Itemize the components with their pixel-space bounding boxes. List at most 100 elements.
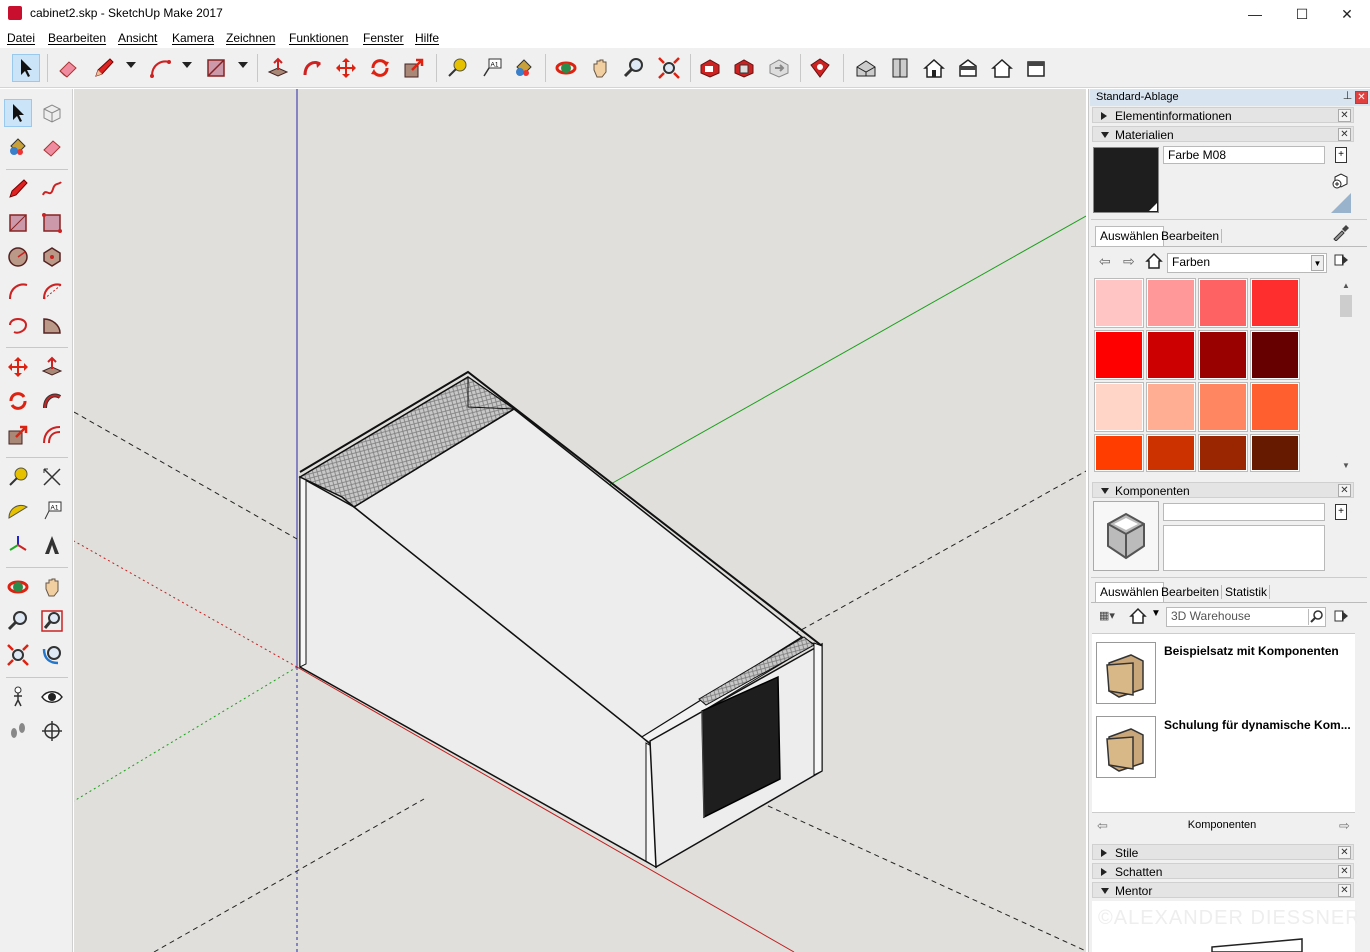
- tab-materials-select[interactable]: Auswählen: [1095, 226, 1164, 246]
- view-iso-icon[interactable]: [852, 54, 880, 82]
- zoom-extents-tool-icon[interactable]: [655, 54, 683, 82]
- walk-tool-icon[interactable]: [4, 717, 32, 745]
- close-icon[interactable]: ✕: [1338, 484, 1351, 497]
- forward-arrow-icon[interactable]: ⇨: [1339, 818, 1350, 834]
- menu-zeichnen[interactable]: Zeichnen: [226, 31, 275, 45]
- eraser-tool-icon[interactable]: [38, 133, 66, 161]
- 2-point-arc-tool-icon[interactable]: [38, 277, 66, 305]
- rotate-tool-icon[interactable]: [4, 387, 32, 415]
- polygon-tool-icon[interactable]: [38, 243, 66, 271]
- extension-manager-icon[interactable]: [806, 54, 834, 82]
- material-swatch[interactable]: [1094, 330, 1144, 380]
- view-back-icon[interactable]: [988, 54, 1016, 82]
- rectangle-tool-icon[interactable]: [4, 209, 32, 237]
- component-description-field[interactable]: [1163, 525, 1325, 571]
- previous-view-icon[interactable]: [38, 641, 66, 669]
- eraser-tool-icon[interactable]: [54, 54, 82, 82]
- share-model-icon[interactable]: [765, 54, 793, 82]
- close-icon[interactable]: ✕: [1338, 109, 1351, 122]
- view-right-icon[interactable]: [954, 54, 982, 82]
- pie-tool-icon[interactable]: [38, 311, 66, 339]
- zoom-window-tool-icon[interactable]: [38, 607, 66, 635]
- maximize-button[interactable]: ☐: [1279, 0, 1325, 28]
- push-pull-tool-icon[interactable]: [38, 353, 66, 381]
- position-camera-icon[interactable]: [4, 683, 32, 711]
- panel-entity-info[interactable]: Elementinformationen: [1092, 107, 1354, 123]
- material-swatch[interactable]: [1094, 382, 1144, 432]
- zoom-tool-icon[interactable]: [620, 54, 648, 82]
- panel-mentor[interactable]: Mentor: [1092, 882, 1354, 898]
- material-swatch[interactable]: [1198, 382, 1248, 432]
- material-swatch[interactable]: [1198, 278, 1248, 328]
- arc-tool-icon[interactable]: [146, 54, 174, 82]
- material-swatch[interactable]: [1250, 434, 1300, 472]
- pin-icon[interactable]: ⊥: [1341, 91, 1354, 104]
- panel-components[interactable]: Komponenten: [1092, 482, 1354, 498]
- tape-measure-tool-icon[interactable]: [443, 54, 471, 82]
- zoom-extents-tool-icon[interactable]: [4, 641, 32, 669]
- home-icon[interactable]: [1129, 607, 1147, 625]
- material-swatch[interactable]: [1198, 330, 1248, 380]
- tape-measure-tool-icon[interactable]: [4, 463, 32, 491]
- menu-ansicht[interactable]: Ansicht: [118, 31, 157, 45]
- text-tool-icon[interactable]: A1: [38, 497, 66, 525]
- menu-fenster[interactable]: Fenster: [363, 31, 404, 45]
- freehand-tool-icon[interactable]: [38, 175, 66, 203]
- tray-scrollbar[interactable]: [1357, 901, 1369, 952]
- menu-bearbeiten[interactable]: Bearbeiten: [48, 31, 106, 45]
- material-swatch[interactable]: [1146, 278, 1196, 328]
- 3d-text-tool-icon[interactable]: [38, 531, 66, 559]
- axes-tool-icon[interactable]: [4, 531, 32, 559]
- tray-close-icon[interactable]: ✕: [1355, 91, 1368, 104]
- zoom-tool-icon[interactable]: [4, 607, 32, 635]
- extension-warehouse-icon[interactable]: [730, 54, 758, 82]
- tab-components-statistics[interactable]: Statistik: [1223, 585, 1271, 599]
- orbit-tool-icon[interactable]: [4, 573, 32, 601]
- tab-components-select[interactable]: Auswählen: [1095, 582, 1164, 602]
- rotate-tool-icon[interactable]: [366, 54, 394, 82]
- dimension-tool-icon[interactable]: [38, 463, 66, 491]
- eyedropper-icon[interactable]: [1331, 223, 1349, 242]
- material-swatch[interactable]: [1250, 330, 1300, 380]
- create-material-icon[interactable]: +: [1335, 147, 1347, 163]
- material-swatch[interactable]: [1146, 434, 1196, 472]
- protractor-tool-icon[interactable]: [4, 497, 32, 525]
- paint-bucket-tool-icon[interactable]: [510, 54, 538, 82]
- menu-funktionen[interactable]: Funktionen: [289, 31, 348, 45]
- minimize-button[interactable]: —: [1232, 0, 1278, 28]
- arc-tool-icon[interactable]: [4, 277, 32, 305]
- tab-materials-edit[interactable]: Bearbeiten: [1159, 229, 1223, 243]
- select-tool-icon[interactable]: [4, 99, 32, 127]
- follow-me-tool-icon[interactable]: [298, 54, 326, 82]
- sample-paint-icon[interactable]: [1331, 193, 1351, 213]
- view-left-icon[interactable]: [1022, 54, 1050, 82]
- folder-icon[interactable]: [1096, 642, 1156, 704]
- move-tool-icon[interactable]: [4, 353, 32, 381]
- rotated-rectangle-tool-icon[interactable]: [38, 209, 66, 237]
- list-item[interactable]: Beispielsatz mit Komponenten: [1164, 644, 1339, 658]
- push-pull-tool-icon[interactable]: [264, 54, 292, 82]
- move-tool-icon[interactable]: [332, 54, 360, 82]
- material-swatch[interactable]: [1146, 330, 1196, 380]
- 3-point-arc-tool-icon[interactable]: [4, 311, 32, 339]
- panel-materials[interactable]: Materialien: [1092, 126, 1354, 142]
- offset-tool-icon[interactable]: [38, 421, 66, 449]
- tab-components-edit[interactable]: Bearbeiten: [1159, 585, 1223, 599]
- material-swatch[interactable]: [1198, 434, 1248, 472]
- details-arrow-icon[interactable]: [1333, 608, 1349, 624]
- material-swatch[interactable]: [1250, 382, 1300, 432]
- details-arrow-icon[interactable]: [1333, 252, 1349, 268]
- text-tool-icon[interactable]: A1: [478, 54, 506, 82]
- default-material-icon[interactable]: [1332, 171, 1350, 189]
- list-item[interactable]: Schulung für dynamische Kom...: [1164, 718, 1351, 732]
- home-icon[interactable]: [1145, 252, 1163, 270]
- view-top-icon[interactable]: [886, 54, 914, 82]
- create-component-icon[interactable]: +: [1335, 504, 1347, 520]
- line-tool-icon[interactable]: [4, 175, 32, 203]
- material-name-field[interactable]: Farbe M08: [1163, 146, 1325, 164]
- component-name-field[interactable]: [1163, 503, 1325, 521]
- chevron-down-icon[interactable]: ▼: [1151, 608, 1161, 619]
- panel-styles[interactable]: Stile: [1092, 844, 1354, 860]
- material-swatch[interactable]: [1250, 278, 1300, 328]
- pan-tool-icon[interactable]: [38, 573, 66, 601]
